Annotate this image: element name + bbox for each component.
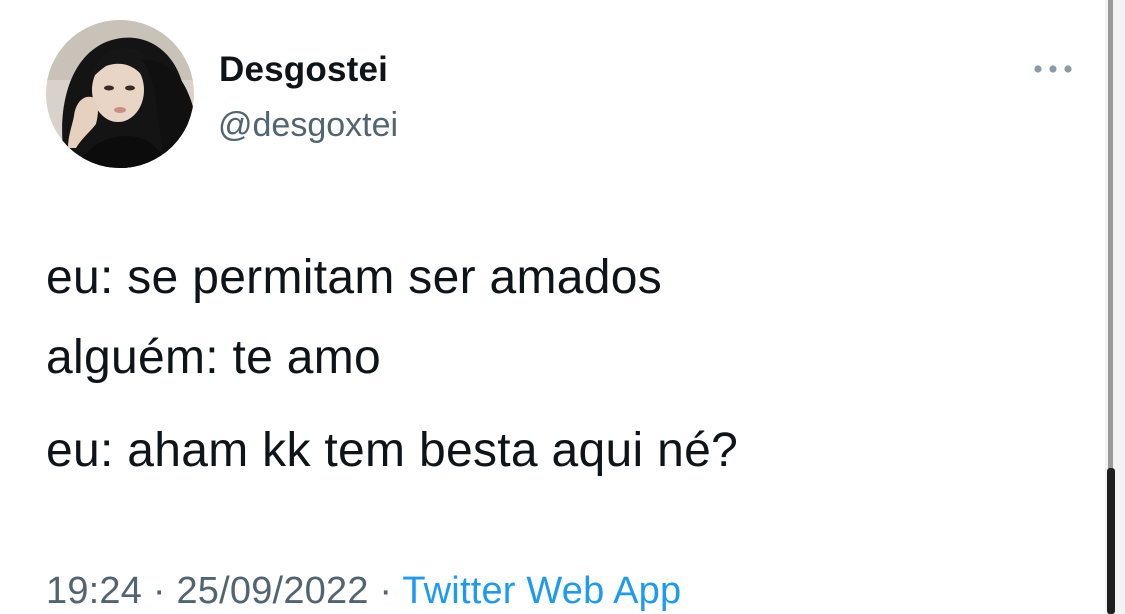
avatar[interactable] xyxy=(46,20,194,168)
tweet-date[interactable]: 25/09/2022 xyxy=(176,570,368,612)
meta-separator: · xyxy=(368,570,403,612)
more-dots-icon xyxy=(1034,65,1072,73)
tweet-text-line: eu: aham kk tem besta aqui né? xyxy=(46,424,739,477)
tweet-card: Desgostei @desgoxtei eu: se permitam ser… xyxy=(0,0,1105,614)
tweet-meta: 19:24 · 25/09/2022 · Twitter Web App xyxy=(46,570,681,613)
profile-photo-icon xyxy=(46,20,194,168)
tweet-text-line: alguém: te amo xyxy=(46,331,382,384)
meta-separator: · xyxy=(142,570,177,612)
author-name[interactable]: Desgostei xyxy=(219,50,388,90)
tweet-text-line: eu: se permitam ser amados xyxy=(46,251,663,304)
tweet-time[interactable]: 19:24 xyxy=(46,570,142,612)
more-options-button[interactable] xyxy=(1028,54,1080,84)
scrollbar-thumb[interactable] xyxy=(1107,468,1115,614)
author-handle[interactable]: @desgoxtei xyxy=(218,106,398,145)
tweet-source-link[interactable]: Twitter Web App xyxy=(402,570,681,612)
